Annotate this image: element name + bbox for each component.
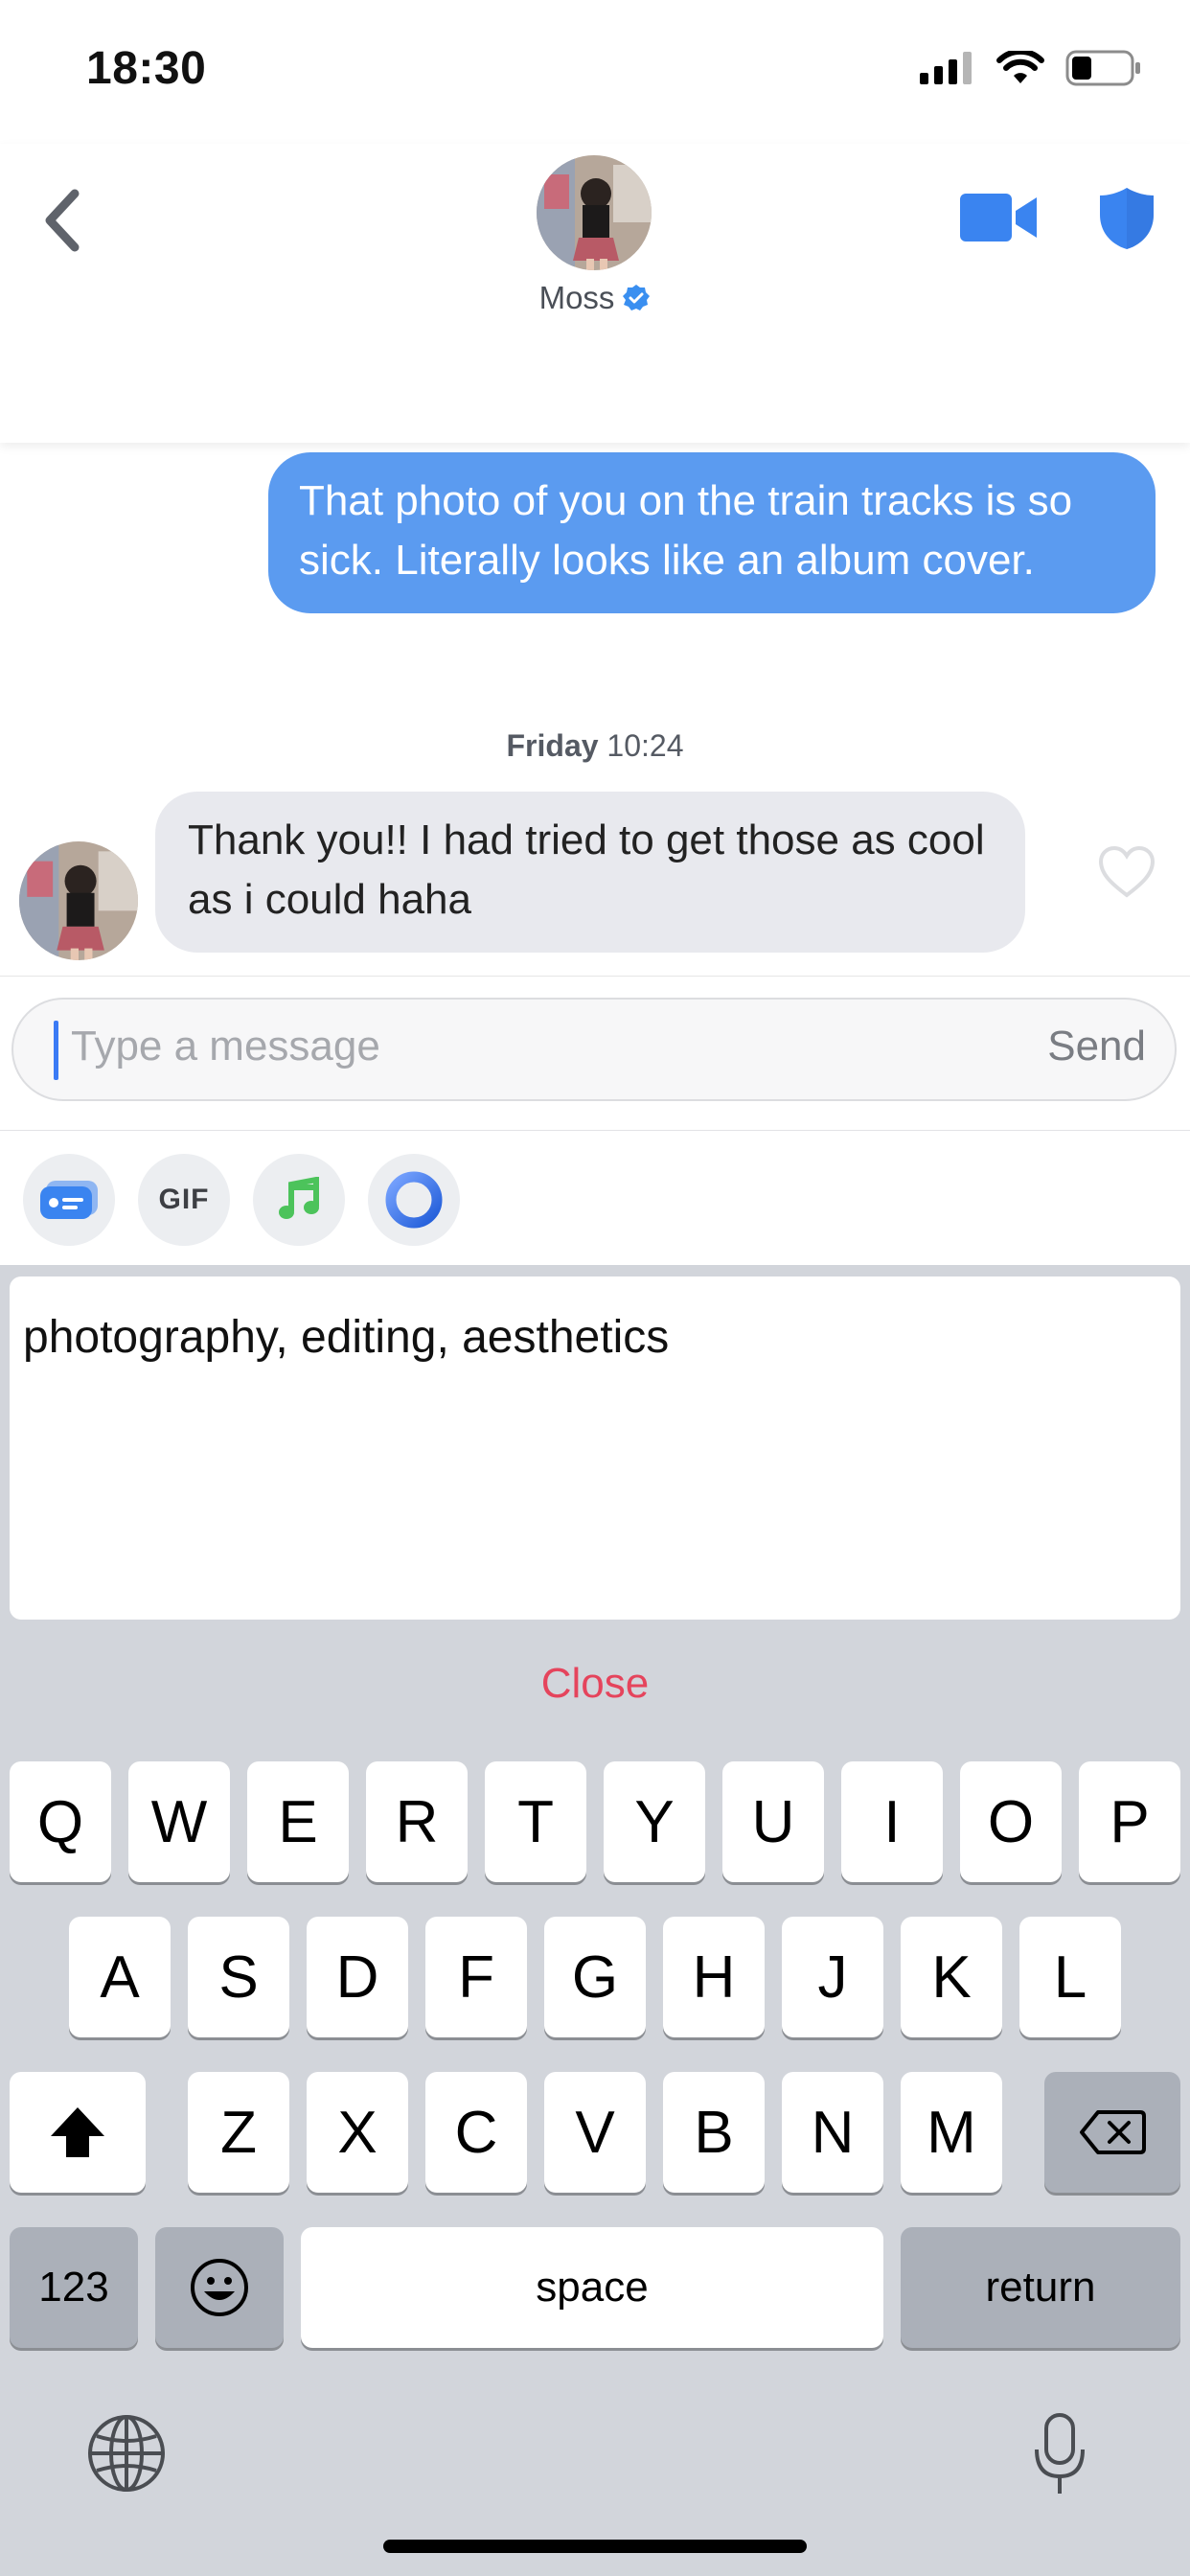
video-call-button[interactable] <box>960 192 1039 243</box>
composer: Type a message Send <box>0 976 1190 1132</box>
key-f[interactable]: F <box>425 1917 527 2037</box>
cellular-signal-icon <box>920 52 972 84</box>
suggestion-panel[interactable]: photography, editing, aesthetics <box>10 1276 1180 1620</box>
key-o[interactable]: O <box>960 1761 1062 1882</box>
key-e[interactable]: E <box>247 1761 349 1882</box>
key-v[interactable]: V <box>544 2072 646 2193</box>
timestamp-time: 10:24 <box>606 728 684 763</box>
key-l[interactable]: L <box>1019 1917 1121 2037</box>
key-k[interactable]: K <box>901 1917 1002 2037</box>
space-key[interactable]: space <box>301 2227 883 2348</box>
key-i[interactable]: I <box>841 1761 943 1882</box>
key-y[interactable]: Y <box>604 1761 705 1882</box>
message-timestamp: Friday 10:24 <box>0 728 1190 764</box>
send-button[interactable]: Send <box>1047 1023 1146 1070</box>
key-g[interactable]: G <box>544 1917 646 2037</box>
card-button[interactable] <box>23 1154 115 1246</box>
key-a[interactable]: A <box>69 1917 171 2037</box>
timestamp-day: Friday <box>506 728 599 763</box>
key-c[interactable]: C <box>425 2072 527 2193</box>
key-p[interactable]: P <box>1079 1761 1180 1882</box>
music-button[interactable] <box>253 1154 345 1246</box>
message-input[interactable]: Type a message Send <box>11 998 1177 1101</box>
heart-icon <box>1098 845 1156 898</box>
avatar-photo <box>19 841 138 960</box>
back-button[interactable] <box>34 182 92 259</box>
emoji-key[interactable] <box>155 2227 284 2348</box>
incoming-message-bubble[interactable]: Thank you!! I had tried to get those as … <box>155 792 1025 953</box>
microphone-icon <box>1035 2413 1085 2494</box>
key-z[interactable]: Z <box>188 2072 289 2193</box>
key-d[interactable]: D <box>307 1917 408 2037</box>
like-message-button[interactable] <box>1098 845 1156 899</box>
ring-icon <box>385 1171 443 1229</box>
contact-avatar[interactable] <box>537 155 652 270</box>
key-t[interactable]: T <box>485 1761 586 1882</box>
key-h[interactable]: H <box>663 1917 765 2037</box>
dictation-button[interactable] <box>1029 2411 1090 2497</box>
key-u[interactable]: U <box>722 1761 824 1882</box>
key-m[interactable]: M <box>901 2072 1002 2193</box>
key-s[interactable]: S <box>188 1917 289 2037</box>
home-indicator[interactable] <box>383 2540 807 2553</box>
message-card-icon <box>40 1181 98 1219</box>
shift-key[interactable] <box>10 2072 146 2193</box>
music-note-icon <box>279 1177 319 1219</box>
gif-button[interactable]: GIF <box>138 1154 230 1246</box>
outgoing-message-bubble[interactable]: That photo of you on the train tracks is… <box>268 452 1156 613</box>
return-key[interactable]: return <box>901 2227 1180 2348</box>
key-x[interactable]: X <box>307 2072 408 2193</box>
contact-name-row[interactable]: Moss <box>0 280 1190 316</box>
shield-icon <box>1100 188 1154 249</box>
status-icons <box>920 50 1142 86</box>
video-camera-icon <box>960 194 1037 242</box>
safety-shield-button[interactable] <box>1098 186 1156 251</box>
numbers-key[interactable]: 123 <box>10 2227 138 2348</box>
avatar-photo <box>537 155 652 270</box>
close-button[interactable]: Close <box>0 1660 1190 1708</box>
composer-toolbar: GIF <box>0 1131 1190 1265</box>
ring-button[interactable] <box>368 1154 460 1246</box>
key-n[interactable]: N <box>782 2072 883 2193</box>
gif-label: GIF <box>158 1184 210 1215</box>
key-r[interactable]: R <box>366 1761 468 1882</box>
wifi-icon <box>996 51 1044 83</box>
status-time: 18:30 <box>86 43 207 94</box>
backspace-icon <box>1080 2110 1146 2154</box>
key-j[interactable]: J <box>782 1917 883 2037</box>
status-bar: 18:30 <box>0 0 1190 144</box>
battery-icon <box>1065 50 1140 86</box>
key-q[interactable]: Q <box>10 1761 111 1882</box>
emoji-icon <box>191 2259 248 2316</box>
key-w[interactable]: W <box>128 1761 230 1882</box>
globe-icon <box>88 2415 165 2492</box>
incoming-avatar[interactable] <box>19 841 138 960</box>
message-placeholder: Type a message <box>71 1023 380 1070</box>
key-b[interactable]: B <box>663 2072 765 2193</box>
text-caret <box>54 1021 58 1080</box>
back-chevron-icon <box>45 189 80 252</box>
globe-button[interactable] <box>86 2413 167 2494</box>
backspace-key[interactable] <box>1044 2072 1180 2193</box>
shift-icon <box>51 2107 104 2157</box>
verified-badge-icon <box>623 285 651 310</box>
chat-thread[interactable]: That photo of you on the train tracks is… <box>0 443 1190 976</box>
contact-name: Moss <box>538 280 615 315</box>
suggestion-text: photography, editing, aesthetics <box>23 1312 670 1363</box>
chat-header: Moss <box>0 144 1190 443</box>
